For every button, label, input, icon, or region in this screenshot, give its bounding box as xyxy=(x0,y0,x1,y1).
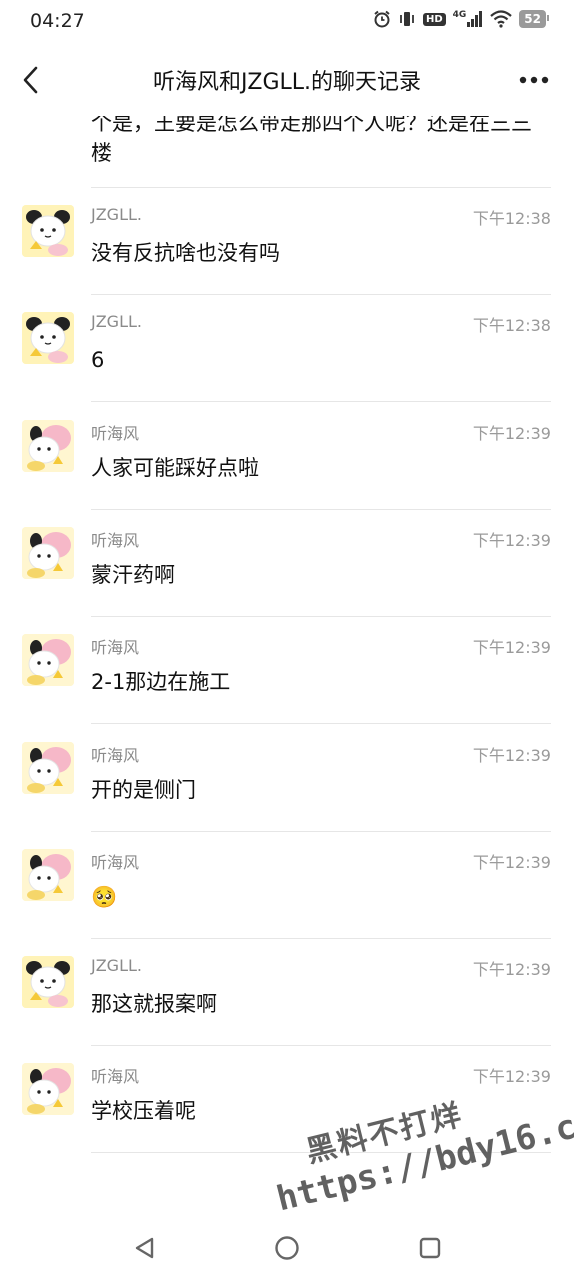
wifi-icon xyxy=(490,10,513,28)
list-item[interactable]: JZGLL. 下午12:38 没有反抗啥也没有吗 xyxy=(0,188,574,295)
list-item[interactable]: 听海风 下午12:39 人家可能踩好点啦 xyxy=(0,403,574,510)
pochacco-avatar-image xyxy=(22,205,74,257)
system-recents-button[interactable] xyxy=(412,1230,448,1266)
avatar[interactable] xyxy=(22,848,74,901)
more-button[interactable] xyxy=(518,66,550,94)
status-time: 04:27 xyxy=(30,10,85,32)
melody-avatar-image xyxy=(22,419,74,472)
message-time: 下午12:38 xyxy=(472,316,551,336)
back-button[interactable] xyxy=(14,62,46,98)
list-item[interactable]: JZGLL. 下午12:39 那这就报案啊 xyxy=(0,939,574,1047)
circle-home-icon xyxy=(275,1236,299,1260)
message-time: 下午12:39 xyxy=(472,530,551,550)
melody-avatar-image xyxy=(22,741,74,794)
message-time: 下午12:39 xyxy=(472,852,551,872)
message-time: 下午12:39 xyxy=(472,745,551,765)
avatar[interactable] xyxy=(22,205,74,257)
system-back-button[interactable] xyxy=(126,1230,162,1266)
melody-avatar-image xyxy=(22,1063,74,1116)
list-item[interactable]: 听海风 下午12:39 2-1那边在施工 xyxy=(0,617,574,725)
message-time: 下午12:39 xyxy=(472,423,551,443)
pochacco-avatar-image xyxy=(22,312,74,365)
message-text: 6 xyxy=(91,348,105,373)
list-item[interactable]: 听海风 下午12:39 开的是侧门 xyxy=(0,725,574,832)
message-text: 学校压着呢 xyxy=(91,1099,196,1124)
sender-name: 听海风 xyxy=(91,1067,140,1087)
message-time: 下午12:39 xyxy=(472,638,551,658)
message-text: 没有反抗啥也没有吗 xyxy=(91,241,280,265)
melody-avatar-image xyxy=(22,526,74,579)
status-icons: HD 4G 52 xyxy=(373,10,549,28)
message-text: 🥺 xyxy=(91,884,118,909)
message-text: 个是，王要是怎么带走那四个人呢？还是在三三楼 xyxy=(91,111,532,165)
avatar[interactable] xyxy=(22,419,74,472)
alarm-icon xyxy=(374,10,390,28)
square-recents-icon xyxy=(419,1237,441,1259)
message-time: 下午12:39 xyxy=(472,960,551,980)
message-text: 蒙汗药啊 xyxy=(91,562,175,587)
sender-name: JZGLL. xyxy=(91,312,142,332)
page-title: 听海风和JZGLL.的聊天记录 xyxy=(152,70,422,95)
network-type: 4G xyxy=(452,10,467,20)
message-text: 开的是侧门 xyxy=(91,777,196,802)
sender-name: JZGLL. xyxy=(91,205,142,224)
avatar[interactable] xyxy=(22,526,74,579)
list-item[interactable]: JZGLL. 下午12:38 6 xyxy=(0,295,574,403)
chevron-left-icon xyxy=(23,66,38,94)
avatar[interactable] xyxy=(22,956,74,1009)
melody-avatar-image xyxy=(22,848,74,901)
avatar[interactable] xyxy=(22,634,74,687)
status-bar: 04:27 HD 4G 52 xyxy=(0,0,574,44)
message-text: 2-1那边在施工 xyxy=(91,670,231,695)
battery-indicator: 52 xyxy=(519,10,549,28)
vibrate-icon xyxy=(400,12,414,26)
more-dots-icon xyxy=(519,76,549,84)
list-item[interactable]: 听海风 下午12:39 🥺 xyxy=(0,832,574,939)
avatar[interactable] xyxy=(22,741,74,794)
message-text: 人家可能踩好点啦 xyxy=(91,455,259,480)
avatar[interactable] xyxy=(22,1063,74,1116)
sender-name: JZGLL. xyxy=(91,956,142,976)
list-item[interactable]: 听海风 下午12:39 蒙汗药啊 xyxy=(0,510,574,617)
hd-icon: HD xyxy=(422,12,446,26)
sender-name: 听海风 xyxy=(91,530,140,550)
nav-bar: 听海风和JZGLL.的聊天记录 xyxy=(0,44,574,116)
system-nav-bar xyxy=(0,1216,574,1280)
message-text: 那这就报案啊 xyxy=(91,992,217,1017)
avatar[interactable] xyxy=(22,312,74,365)
sender-name: 听海风 xyxy=(91,423,140,443)
sender-name: 听海风 xyxy=(91,852,140,872)
message-time: 下午12:38 xyxy=(472,209,551,228)
signal-icon: 4G xyxy=(453,11,484,27)
triangle-back-icon xyxy=(135,1237,154,1259)
system-home-button[interactable] xyxy=(269,1230,305,1266)
sender-name: 听海风 xyxy=(91,745,140,765)
pochacco-avatar-image xyxy=(22,956,74,1009)
melody-avatar-image xyxy=(22,634,74,687)
sender-name: 听海风 xyxy=(91,638,140,658)
